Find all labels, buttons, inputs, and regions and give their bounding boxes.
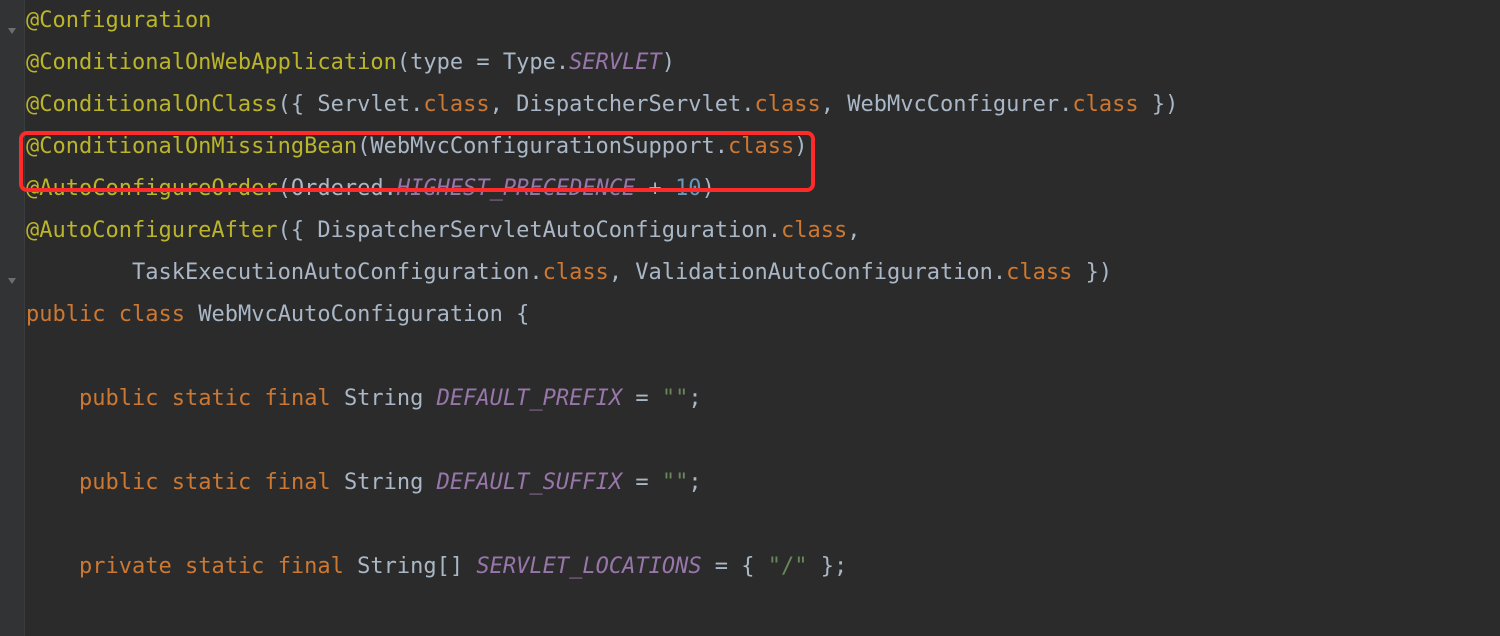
- code-text: (Ordered.: [278, 176, 397, 201]
- code-text: ;: [688, 470, 701, 495]
- code-line: @ConditionalOnClass({ Servlet.class, Dis…: [26, 84, 1178, 126]
- keyword: static: [172, 470, 251, 495]
- string-literal: "": [662, 386, 689, 411]
- code-text: ({ Servlet.: [278, 92, 424, 117]
- keyword: class: [423, 92, 489, 117]
- keyword: class: [543, 260, 609, 285]
- annotation: @Configuration: [26, 8, 211, 33]
- code-text: ): [794, 134, 807, 159]
- space: [172, 554, 185, 579]
- code-text: =: [622, 470, 662, 495]
- code-text: = {: [702, 554, 768, 579]
- code-text: ): [662, 50, 675, 75]
- keyword: final: [264, 470, 330, 495]
- code-line: @ConditionalOnWebApplication(type = Type…: [26, 42, 1178, 84]
- space: [264, 554, 277, 579]
- code-text: (WebMvcConfigurationSupport.: [357, 134, 728, 159]
- indent: [26, 470, 79, 495]
- code-line: TaskExecutionAutoConfiguration.class, Va…: [26, 252, 1178, 294]
- indent: [26, 386, 79, 411]
- blank-line: [26, 504, 1178, 546]
- indent: [26, 554, 79, 579]
- code-text: }): [1139, 92, 1179, 117]
- annotation: @AutoConfigureOrder: [26, 176, 278, 201]
- field-name: DEFAULT_SUFFIX: [437, 470, 622, 495]
- space: [105, 302, 118, 327]
- keyword: class: [1072, 92, 1138, 117]
- type: String[]: [357, 554, 476, 579]
- code-text: };: [808, 554, 848, 579]
- keyword: class: [755, 92, 821, 117]
- space: [251, 470, 264, 495]
- code-area[interactable]: @Configuration @ConditionalOnWebApplicat…: [26, 0, 1178, 588]
- number-literal: 10: [675, 176, 702, 201]
- code-text: ,: [847, 218, 860, 243]
- space: [158, 470, 171, 495]
- code-line: public static final String DEFAULT_SUFFI…: [26, 462, 1178, 504]
- code-line: @ConditionalOnMissingBean(WebMvcConfigur…: [26, 126, 1178, 168]
- code-text: }): [1072, 260, 1112, 285]
- annotation: @ConditionalOnWebApplication: [26, 50, 397, 75]
- keyword: final: [278, 554, 344, 579]
- editor-viewport: @Configuration @ConditionalOnWebApplicat…: [0, 0, 1500, 636]
- code-line: private static final String[] SERVLET_LO…: [26, 546, 1178, 588]
- class-name: WebMvcAutoConfiguration: [198, 302, 503, 327]
- keyword: class: [119, 302, 185, 327]
- type: String: [344, 386, 437, 411]
- string-literal: "/": [768, 554, 808, 579]
- type: String: [344, 470, 437, 495]
- space: [344, 554, 357, 579]
- code-text: , ValidationAutoConfiguration.: [609, 260, 1006, 285]
- field-name: SERVLET_LOCATIONS: [476, 554, 701, 579]
- annotation: @ConditionalOnClass: [26, 92, 278, 117]
- code-text: , DispatcherServlet.: [490, 92, 755, 117]
- space: [331, 386, 344, 411]
- indent: [26, 260, 132, 285]
- annotation: @AutoConfigureAfter: [26, 218, 278, 243]
- space: [185, 302, 198, 327]
- blank-line: [26, 336, 1178, 378]
- code-text: , WebMvcConfigurer.: [821, 92, 1073, 117]
- code-text: ({ DispatcherServletAutoConfiguration.: [278, 218, 781, 243]
- keyword: static: [185, 554, 264, 579]
- code-text: +: [635, 176, 675, 201]
- keyword: public: [26, 302, 105, 327]
- code-text: TaskExecutionAutoConfiguration.: [132, 260, 543, 285]
- constant: HIGHEST_PRECEDENCE: [397, 176, 635, 201]
- fold-toggle-icon[interactable]: [5, 24, 19, 38]
- code-text: ;: [688, 386, 701, 411]
- code-line: public static final String DEFAULT_PREFI…: [26, 378, 1178, 420]
- space: [251, 386, 264, 411]
- code-text: {: [503, 302, 530, 327]
- string-literal: "": [662, 470, 689, 495]
- space: [331, 470, 344, 495]
- keyword: class: [781, 218, 847, 243]
- keyword: final: [264, 386, 330, 411]
- code-line: public class WebMvcAutoConfiguration {: [26, 294, 1178, 336]
- keyword: static: [172, 386, 251, 411]
- keyword: public: [79, 470, 158, 495]
- blank-line: [26, 420, 1178, 462]
- code-text: ): [702, 176, 715, 201]
- code-line: @Configuration: [26, 0, 1178, 42]
- space: [158, 386, 171, 411]
- code-text: (type = Type.: [397, 50, 569, 75]
- code-line: @AutoConfigureAfter({ DispatcherServletA…: [26, 210, 1178, 252]
- constant: SERVLET: [569, 50, 662, 75]
- keyword: class: [728, 134, 794, 159]
- annotation: @ConditionalOnMissingBean: [26, 134, 357, 159]
- editor-gutter: [0, 0, 25, 636]
- field-name: DEFAULT_PREFIX: [437, 386, 622, 411]
- keyword: public: [79, 386, 158, 411]
- fold-toggle-icon[interactable]: [5, 274, 19, 288]
- code-line: @AutoConfigureOrder(Ordered.HIGHEST_PREC…: [26, 168, 1178, 210]
- code-text: =: [622, 386, 662, 411]
- keyword: private: [79, 554, 172, 579]
- keyword: class: [1006, 260, 1072, 285]
